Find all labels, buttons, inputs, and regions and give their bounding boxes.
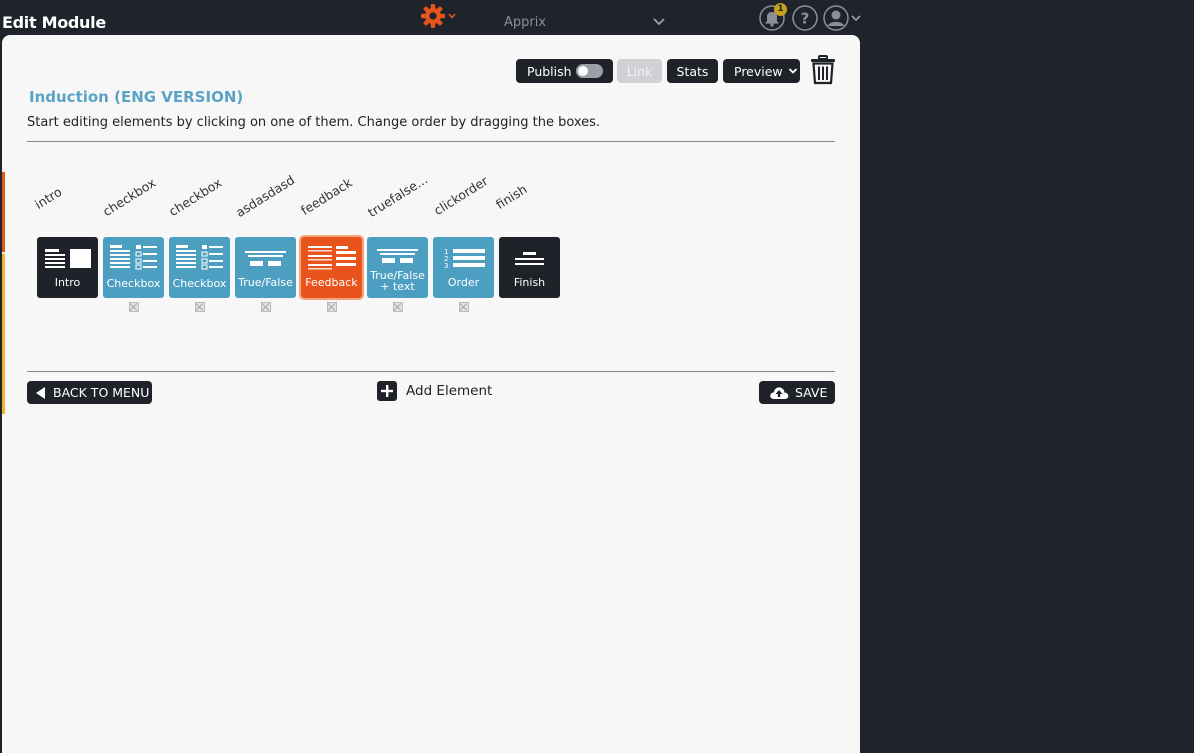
element-tile-order[interactable]: 1 2 3 Order bbox=[433, 237, 494, 298]
side-accent-orange bbox=[2, 172, 5, 252]
preview-dropdown-button[interactable]: Preview bbox=[723, 59, 800, 83]
element-name-label: truefalse... bbox=[365, 171, 431, 220]
tile-caption: Intro bbox=[54, 276, 81, 289]
tile-caption: Checkbox bbox=[106, 277, 161, 290]
true-false-icon bbox=[245, 251, 286, 266]
element-name-label: clickorder bbox=[431, 173, 491, 218]
svg-text:3: 3 bbox=[444, 262, 448, 270]
element-name-label: checkbox bbox=[166, 174, 225, 219]
element-tile-intro[interactable]: Intro bbox=[37, 237, 98, 298]
top-bar: Edit Module Apprix 1 ? bbox=[0, 0, 1194, 38]
organization-selector[interactable]: Apprix bbox=[504, 15, 546, 30]
element-name-label: asdasdasd bbox=[233, 172, 298, 220]
settings-gear-icon[interactable] bbox=[420, 2, 460, 30]
save-button[interactable]: SAVE bbox=[759, 381, 835, 404]
delete-element-icon[interactable] bbox=[459, 302, 469, 312]
element-name-label: feedback bbox=[298, 174, 355, 218]
link-button[interactable]: Link bbox=[617, 59, 662, 83]
element-name-label: checkbox bbox=[100, 174, 159, 219]
trash-icon[interactable] bbox=[810, 55, 836, 85]
element-tile-truefalse[interactable]: True/False bbox=[235, 237, 296, 298]
cloud-upload-icon bbox=[770, 386, 789, 399]
element-tile-feedback[interactable]: Feedback bbox=[299, 235, 364, 300]
intro-icon bbox=[45, 249, 91, 268]
editor-panel: Publish Link Stats Preview Induction (EN… bbox=[2, 35, 860, 753]
plus-icon[interactable] bbox=[377, 381, 397, 401]
back-label: BACK TO MENU bbox=[53, 385, 150, 400]
user-avatar-icon[interactable] bbox=[823, 5, 849, 31]
app-title: Edit Module bbox=[2, 13, 106, 32]
checkbox-list-icon bbox=[176, 245, 223, 270]
publish-toggle-switch[interactable] bbox=[576, 64, 603, 78]
publish-label: Publish bbox=[527, 63, 572, 79]
module-title: Induction (ENG VERSION) bbox=[29, 88, 244, 106]
stats-button[interactable]: Stats bbox=[667, 59, 718, 83]
divider bbox=[27, 371, 835, 372]
element-name-label: finish bbox=[493, 181, 530, 212]
notification-count-badge: 1 bbox=[774, 3, 787, 16]
tile-caption: Finish bbox=[513, 276, 546, 289]
delete-element-icon[interactable] bbox=[327, 302, 337, 312]
tile-caption: Checkbox bbox=[172, 277, 227, 290]
element-tile-checkbox[interactable]: Checkbox bbox=[103, 237, 164, 298]
svg-text:?: ? bbox=[801, 10, 810, 28]
chevron-down-icon[interactable] bbox=[652, 16, 666, 28]
element-tile-truefalse-text[interactable]: True/False + text bbox=[367, 237, 428, 298]
back-to-menu-button[interactable]: BACK TO MENU bbox=[27, 381, 152, 404]
instructions-text: Start editing elements by clicking on on… bbox=[27, 115, 601, 130]
finish-icon bbox=[515, 252, 544, 265]
chevron-down-icon bbox=[788, 68, 797, 74]
element-tile-checkbox[interactable]: Checkbox bbox=[169, 237, 230, 298]
divider bbox=[27, 141, 835, 142]
delete-element-icon[interactable] bbox=[129, 302, 139, 312]
tile-caption: + text bbox=[380, 280, 415, 293]
save-label: SAVE bbox=[795, 385, 828, 400]
element-tile-finish[interactable]: Finish bbox=[499, 237, 560, 298]
tile-caption: Feedback bbox=[305, 276, 358, 289]
ordered-list-icon: 1 2 3 bbox=[444, 248, 485, 270]
add-element-button[interactable]: Add Element bbox=[406, 383, 492, 399]
publish-toggle-button[interactable]: Publish bbox=[516, 59, 613, 83]
preview-label: Preview bbox=[734, 63, 783, 79]
help-icon[interactable]: ? bbox=[792, 5, 818, 31]
element-name-label: intro bbox=[32, 184, 65, 212]
checkbox-list-icon bbox=[110, 245, 157, 270]
delete-element-icon[interactable] bbox=[393, 302, 403, 312]
tile-caption: Order bbox=[447, 276, 480, 289]
back-arrow-icon bbox=[36, 386, 45, 399]
tile-caption: True/False bbox=[238, 276, 293, 289]
chevron-down-icon[interactable] bbox=[850, 13, 862, 23]
feedback-icon bbox=[308, 246, 356, 270]
delete-element-icon[interactable] bbox=[261, 302, 271, 312]
delete-element-icon[interactable] bbox=[195, 302, 205, 312]
side-accent-yellow bbox=[2, 254, 5, 414]
